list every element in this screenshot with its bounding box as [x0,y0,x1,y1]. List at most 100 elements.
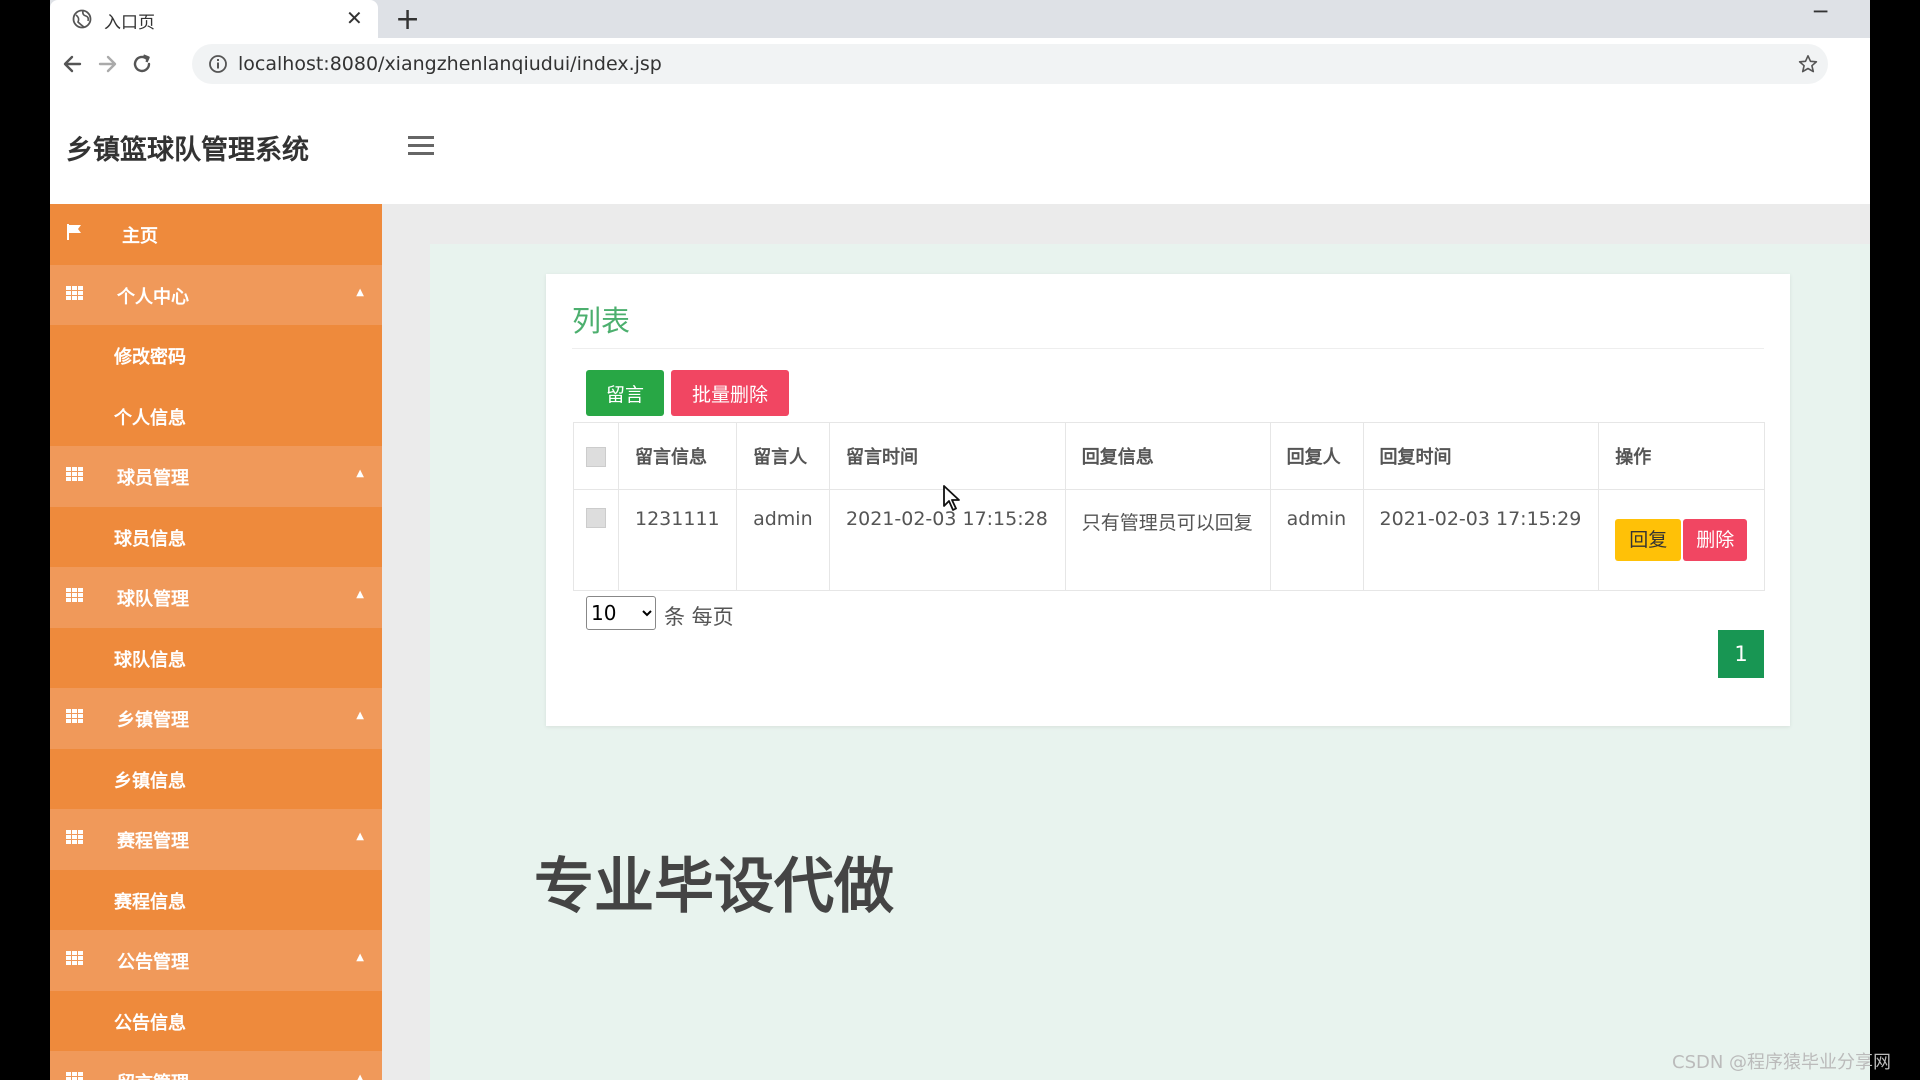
table-row: 1231111 admin 2021-02-03 17:15:28 只有管理员可… [573,489,1765,591]
app-title: 乡镇篮球队管理系统 [66,135,309,166]
sidebar-item[interactable]: 球员信息 [50,506,382,567]
sidebar-item-label: 赛程信息 [114,891,186,913]
cell-message: 1231111 [617,489,738,591]
sidebar-item-label: 乡镇信息 [114,770,186,792]
new-tab-icon[interactable]: + [395,2,420,37]
grid-icon [66,588,83,602]
sidebar-group[interactable]: 赛程管理 ▲ [50,809,382,870]
minimize-icon[interactable]: ─ [1814,0,1827,25]
row-checkbox[interactable] [586,507,606,528]
caret-up-icon: ▲ [356,831,364,842]
banner-slogan: 专业毕设代做 [534,852,894,922]
page-size-select[interactable]: 10 [586,596,656,630]
address-bar: localhost:8080/xiangzhenlanqiudui/index.… [50,38,1870,91]
app-header: 乡镇篮球队管理系统 [50,90,1870,204]
caret-up-icon: ▲ [356,952,364,963]
column-header: 操作 [1598,422,1765,490]
mouse-cursor-icon [943,485,960,511]
caret-up-icon: ▲ [356,1073,364,1080]
grid-icon [66,951,83,965]
cell-replier: admin [1269,489,1364,591]
caret-up-icon: ▲ [356,589,364,600]
sidebar-item-label: 主页 [122,226,158,247]
sidebar-item[interactable]: 公告信息 [50,990,382,1051]
sidebar-group-label: 个人中心 [117,286,189,308]
sidebar-item-label: 球队信息 [114,649,186,671]
column-header[interactable]: 留言时间 [829,422,1066,490]
grid-icon [66,467,83,481]
sidebar-group-label: 留言管理 [117,1069,189,1080]
content-background: 列表 留言 批量删除 留言信息 留言人 留言时间 回复信息 回复人 回复时间 操… [430,244,1870,1080]
grid-icon [66,1072,83,1080]
sidebar-item-label: 公告信息 [114,1012,186,1034]
sidebar-group[interactable]: 乡镇管理 ▲ [50,688,382,749]
sidebar-group-label: 球员管理 [117,468,189,489]
tab-strip: 入口页 ✕ + ─ [50,0,1870,38]
info-icon[interactable] [208,54,228,74]
sidebar-item-home[interactable]: 主页 [50,204,382,265]
cell-reply: 只有管理员可以回复 [1064,489,1271,591]
close-tab-icon[interactable]: ✕ [346,6,363,30]
column-header[interactable]: 留言人 [736,422,831,490]
column-header[interactable]: 回复时间 [1362,422,1600,490]
sidebar-item[interactable]: 乡镇信息 [50,748,382,809]
column-header[interactable]: 留言信息 [617,422,738,490]
column-header[interactable]: 回复人 [1269,422,1364,490]
delete-button[interactable]: 删除 [1683,519,1748,561]
sidebar-group-label: 赛程管理 [117,831,189,852]
cell-reply-time: 2021-02-03 17:15:29 [1362,489,1600,591]
watermark: CSDN @程序猿毕业分享网 [1672,1052,1892,1073]
forward-arrow-icon[interactable] [94,51,120,77]
tab-title: 入口页 [104,13,155,33]
sidebar-group[interactable]: 公告管理 ▲ [50,930,382,991]
caret-up-icon: ▲ [356,286,364,298]
per-page-label: 条 每页 [664,605,734,629]
sidebar-item-label: 修改密码 [114,347,186,368]
caret-up-icon: ▲ [356,468,364,479]
panel-title: 列表 [572,304,631,338]
grid-icon [66,830,83,844]
flag-icon [67,224,81,240]
add-message-button[interactable]: 留言 [586,370,664,416]
grid-icon [66,709,83,723]
row-select-cell [573,489,619,591]
sidebar-group[interactable]: 球员管理 ▲ [50,446,382,507]
globe-icon [72,9,92,29]
reply-button[interactable]: 回复 [1615,519,1682,561]
main-content: 列表 留言 批量删除 留言信息 留言人 留言时间 回复信息 回复人 回复时间 操… [382,204,1870,1080]
sidebar-item[interactable]: 球队信息 [50,627,382,688]
menu-toggle-icon[interactable] [408,136,434,158]
url-field[interactable]: localhost:8080/xiangzhenlanqiudui/index.… [192,44,1828,84]
sidebar-group[interactable]: 个人中心 ▲ [50,264,382,325]
page-button[interactable]: 1 [1718,630,1764,678]
caret-up-icon: ▲ [356,710,364,721]
reload-icon[interactable] [129,51,155,77]
batch-delete-button[interactable]: 批量删除 [671,370,789,416]
sidebar-group[interactable]: 球队管理 ▲ [50,567,382,628]
sidebar-item-label: 个人信息 [114,407,186,429]
cell-author: admin [736,489,831,591]
browser-window: 入口页 ✕ + ─ localhost:8080/xiangzhenlanqiu… [50,0,1870,1080]
sidebar-item[interactable]: 个人信息 [50,385,382,446]
sidebar-item[interactable]: 修改密码 [50,325,382,386]
select-all-checkbox[interactable] [586,446,606,467]
column-header[interactable]: 回复信息 [1064,422,1271,490]
cell-actions: 回复 删除 [1598,489,1765,591]
select-all-cell [573,422,619,490]
grid-icon [66,285,83,300]
table-header-row: 留言信息 留言人 留言时间 回复信息 回复人 回复时间 操作 [573,422,1765,490]
sidebar-group-label: 公告管理 [117,952,189,973]
sidebar: 主页 个人中心 ▲ 修改密码 个人信息 球员管理 ▲ 球员信息 球队管理 ▲ 球队信息 乡镇管理 ▲ 乡… [50,204,382,1080]
list-panel: 列表 留言 批量删除 留言信息 留言人 留言时间 回复信息 回复人 回复时间 操… [546,274,1790,726]
url-text: localhost:8080/xiangzhenlanqiudui/index.… [238,53,662,75]
sidebar-item-label: 球员信息 [114,528,186,550]
divider [572,348,1764,349]
message-table: 留言信息 留言人 留言时间 回复信息 回复人 回复时间 操作 1231111 a… [573,422,1765,591]
sidebar-item[interactable]: 赛程信息 [50,869,382,930]
sidebar-group-label: 乡镇管理 [117,710,189,731]
back-arrow-icon[interactable] [60,51,86,77]
sidebar-group-label: 球队管理 [117,589,189,610]
sidebar-group[interactable]: 留言管理 ▲ [50,1051,382,1080]
bookmark-star-icon[interactable] [1798,54,1818,74]
browser-tab[interactable]: 入口页 ✕ [50,0,378,38]
